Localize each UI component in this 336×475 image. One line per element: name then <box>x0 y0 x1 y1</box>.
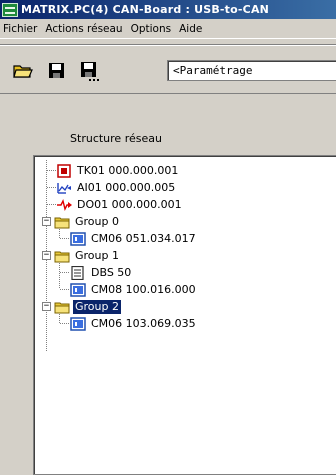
expand-toggle-group-0[interactable]: − <box>42 217 51 226</box>
menu-actions-reseau[interactable]: Actions réseau <box>42 23 127 35</box>
menu-fichier[interactable]: Fichier <box>0 23 42 35</box>
cm-module-icon <box>70 317 86 331</box>
save-button[interactable] <box>48 62 68 82</box>
tree-node-tk01[interactable]: TK01 000.000.001 <box>56 163 180 179</box>
expand-toggle-group-1[interactable]: − <box>42 251 51 260</box>
app-icon <box>2 2 18 17</box>
open-folder-icon <box>13 65 33 78</box>
folder-icon <box>54 302 70 314</box>
cm-module-icon <box>70 283 86 297</box>
tree-node-label: DBS 50 <box>91 266 132 279</box>
section-label: Structure réseau <box>70 132 162 145</box>
folder-icon <box>54 217 70 229</box>
title-bar: MATRIX.PC(4) CAN-Board : USB-to-CAN <box>0 0 336 19</box>
tree-node-cm06-051[interactable]: CM06 051.034.017 <box>70 231 198 247</box>
tree-node-label: Group 1 <box>75 249 119 262</box>
menu-aide[interactable]: Aide <box>176 23 207 35</box>
tree-node-label: Group 0 <box>75 215 119 228</box>
window-title: MATRIX.PC(4) CAN-Board : USB-to-CAN <box>21 3 270 16</box>
save-as-icon <box>81 62 99 81</box>
tree-node-do01[interactable]: DO01 000.000.001 <box>56 197 184 213</box>
tree-node-cm08-100[interactable]: CM08 100.016.000 <box>70 282 198 298</box>
dbs-device-icon <box>71 266 84 280</box>
tree-node-label: AI01 000.000.005 <box>77 181 176 194</box>
tree-node-label: CM08 100.016.000 <box>91 283 196 296</box>
menu-options[interactable]: Options <box>128 23 177 35</box>
cm-module-icon <box>70 232 86 246</box>
tree-node-label: DO01 000.000.001 <box>77 198 182 211</box>
tree-node-label: TK01 000.000.001 <box>77 164 179 177</box>
tree-node-group-0[interactable]: Group 0 <box>54 214 121 230</box>
tree-node-cm06-103[interactable]: CM06 103.069.035 <box>70 316 198 332</box>
tree-node-label: CM06 103.069.035 <box>91 317 196 330</box>
menu-bar: Fichier Actions réseau Options Aide <box>0 19 336 39</box>
open-button[interactable] <box>13 62 33 82</box>
tree-node-label: Group 2 <box>73 300 121 314</box>
toolbar: <Paramétrage <box>0 44 336 94</box>
tree-node-group-1[interactable]: Group 1 <box>54 248 121 264</box>
save-as-button[interactable] <box>80 62 100 82</box>
save-icon <box>49 63 64 78</box>
tree-node-ai01[interactable]: AI01 000.000.005 <box>56 180 177 196</box>
expand-toggle-group-2[interactable]: − <box>42 302 51 311</box>
tk-module-icon <box>57 164 71 178</box>
analog-input-icon <box>57 183 71 194</box>
tree-node-dbs-50[interactable]: DBS 50 <box>70 265 133 281</box>
network-tree[interactable]: − − − TK01 000.000.001 AI01 000.000.005 … <box>33 155 336 475</box>
tree-node-group-2[interactable]: Group 2 <box>54 299 121 315</box>
folder-icon <box>54 251 70 263</box>
parameter-field[interactable]: <Paramétrage <box>167 60 336 81</box>
tree-node-label: CM06 051.034.017 <box>91 232 196 245</box>
digital-output-icon <box>57 198 72 212</box>
